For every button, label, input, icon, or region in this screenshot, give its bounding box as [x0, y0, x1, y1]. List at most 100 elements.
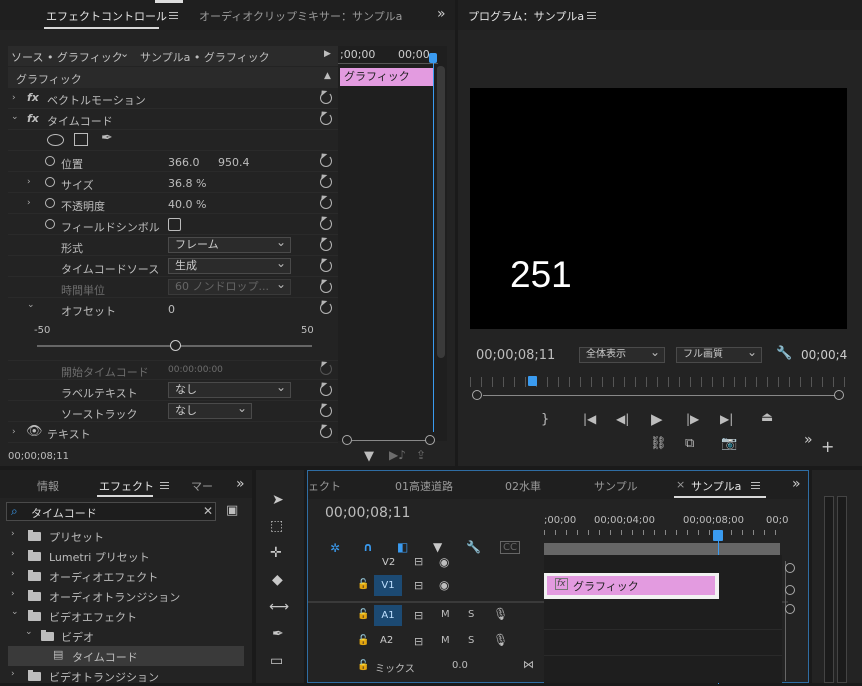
ec-playhead-handle[interactable] [429, 53, 437, 63]
collapse-arrow-icon[interactable]: ⌄ [11, 607, 19, 617]
ec-zoom-bar[interactable] [352, 440, 426, 441]
timeline-ruler[interactable]: ;00;00 00;00;04;00 00;00;08;00 00;0 [544, 515, 788, 557]
slip-tool-icon[interactable]: ⟷ [269, 599, 289, 615]
collapse-arrow-icon[interactable]: ⌄ [27, 300, 35, 310]
go-to-in-icon[interactable]: |◀ [583, 412, 596, 426]
tab-effects[interactable]: エフェクト [99, 478, 154, 494]
quality-dropdown[interactable]: フル画質 [676, 345, 762, 363]
reset-icon[interactable] [320, 384, 332, 396]
tree-item-audio-transitions[interactable]: › オーディオトランジション [8, 586, 244, 606]
overwrite-icon[interactable]: ⧉ [685, 436, 694, 451]
ec-zoom-left-handle[interactable] [342, 435, 352, 445]
pen-mask-icon[interactable]: ✒ [101, 130, 113, 146]
tab-info[interactable]: 情報 [37, 478, 59, 494]
v-scroll-top-handle[interactable] [785, 563, 795, 573]
tab-sequence-highway[interactable]: 01高速道路 [395, 478, 453, 494]
solo-button[interactable]: S [468, 635, 474, 646]
timeline-playhead-handle[interactable] [713, 530, 723, 541]
tree-item-audio-effects[interactable]: › オーディオエフェクト [8, 566, 244, 586]
ec-clip-bar[interactable]: グラフィック [340, 68, 434, 86]
add-button-icon[interactable]: + [821, 437, 834, 456]
v-scroll-mid-handle[interactable] [785, 585, 795, 595]
track-name-v2[interactable]: V2 [382, 557, 395, 568]
solo-button[interactable]: S [468, 609, 474, 620]
add-marker-icon[interactable]: ▼ [433, 540, 442, 554]
program-video-frame[interactable]: 251 [470, 88, 847, 329]
mute-button[interactable]: M [441, 609, 450, 620]
reset-icon[interactable] [320, 281, 332, 293]
captions-icon[interactable]: CC [500, 541, 520, 554]
zoom-dropdown[interactable]: 全体表示 [579, 345, 665, 363]
more-tabs-icon[interactable]: » [437, 6, 446, 22]
program-title[interactable]: プログラム：サンプルa [468, 8, 584, 24]
panel-menu-icon[interactable] [751, 482, 760, 489]
lock-icon[interactable]: 🔓 [357, 635, 369, 646]
panel-menu-icon[interactable] [587, 12, 596, 19]
tab-sequence-effect[interactable]: ェクト [308, 478, 341, 494]
collapse-arrow-icon[interactable]: ⌄ [25, 627, 33, 637]
tc-source-dropdown[interactable]: 生成 [168, 256, 291, 274]
tree-item-timecode[interactable]: ▤ タイムコード [8, 646, 244, 666]
mute-button[interactable]: M [441, 635, 450, 646]
reset-icon[interactable] [320, 405, 332, 417]
mark-out-icon[interactable]: } [541, 412, 549, 427]
tree-item-video-transitions[interactable]: › ビデオトランジション [8, 666, 244, 686]
reset-icon[interactable] [320, 302, 332, 314]
clear-search-icon[interactable]: ✕ [203, 504, 213, 518]
program-zoom-left-handle[interactable] [472, 390, 482, 400]
expand-arrow-icon[interactable]: › [11, 569, 15, 579]
tree-item-lumetri-presets[interactable]: › Lumetri プリセット [8, 546, 244, 566]
tab-markers[interactable]: マー [191, 478, 213, 494]
timeline-current-time[interactable]: 00;00;08;11 [325, 505, 410, 521]
expand-arrow-icon[interactable]: › [11, 529, 15, 539]
selection-tool-icon[interactable]: ➤ [272, 492, 284, 508]
wrench-icon[interactable]: 🔧 [776, 346, 792, 361]
effects-search-box[interactable]: ⌕ タイムコード ✕ [6, 502, 216, 521]
camera-icon[interactable]: 📷 [721, 436, 737, 451]
eye-icon[interactable]: ◉ [439, 578, 449, 592]
expand-arrow-icon[interactable]: › [27, 177, 31, 187]
lock-icon[interactable]: 🔓 [357, 579, 369, 590]
fx-timecode[interactable]: ⌄ fx タイムコード [8, 109, 338, 130]
reset-icon[interactable] [320, 92, 332, 104]
step-forward-icon[interactable]: |▶ [686, 412, 699, 426]
source-track-dropdown[interactable]: なし [168, 401, 252, 419]
position-y-value[interactable]: 950.4 [218, 156, 250, 169]
export-icon[interactable]: ⇪ [416, 448, 426, 462]
ec-scrollbar-right[interactable] [437, 66, 445, 358]
toggle-sync-lock-icon[interactable]: ⊟ [414, 609, 423, 622]
microphone-icon[interactable]: 🎙 [493, 607, 508, 621]
toggle-sync-lock-icon[interactable]: ⊟ [414, 635, 423, 648]
toggle-sync-lock-icon[interactable]: ⊟ [414, 579, 423, 592]
linked-selection-icon[interactable]: ◧ [397, 540, 408, 554]
nest-icon[interactable]: ✲ [330, 541, 340, 555]
eye-icon[interactable]: 👁 [26, 424, 43, 439]
microphone-icon[interactable]: 🎙 [493, 633, 508, 647]
ellipse-mask-icon[interactable] [47, 134, 64, 146]
collapse-up-icon[interactable]: ▲ [324, 71, 331, 81]
expand-arrow-icon[interactable]: › [11, 669, 15, 679]
format-dropdown[interactable]: フレーム [168, 235, 291, 253]
more-tabs-icon[interactable]: » [792, 476, 801, 492]
track-content-area[interactable]: fx グラフィック [544, 555, 782, 683]
lock-icon[interactable]: 🔓 [357, 660, 369, 671]
tab-sequence-sample[interactable]: サンプル [594, 478, 638, 494]
reset-icon[interactable] [320, 155, 332, 167]
stopwatch-icon[interactable] [45, 219, 55, 229]
track-name-a2[interactable]: A2 [380, 635, 393, 646]
filter-icon[interactable]: ▼ [364, 449, 374, 464]
pen-tool-icon[interactable]: ✒ [272, 626, 284, 642]
timeline-settings-wrench-icon[interactable]: 🔧 [466, 540, 481, 554]
step-back-icon[interactable]: ◀| [616, 412, 629, 426]
v-scroll-low-handle[interactable] [785, 604, 795, 614]
close-tab-icon[interactable]: × [676, 478, 685, 491]
ripple-edit-tool-icon[interactable]: ✛ [270, 545, 282, 561]
expand-arrow-icon[interactable]: › [11, 589, 15, 599]
rectangle-tool-icon[interactable]: ▭ [270, 653, 283, 669]
mix-end-icon[interactable]: ⋈ [523, 658, 534, 671]
reset-icon[interactable] [320, 426, 332, 438]
field-symbol-checkbox[interactable] [168, 218, 181, 231]
label-text-dropdown[interactable]: なし [168, 380, 291, 398]
new-bin-icon[interactable]: ▣ [226, 503, 238, 518]
fx-text[interactable]: › 👁 テキスト [8, 422, 338, 443]
